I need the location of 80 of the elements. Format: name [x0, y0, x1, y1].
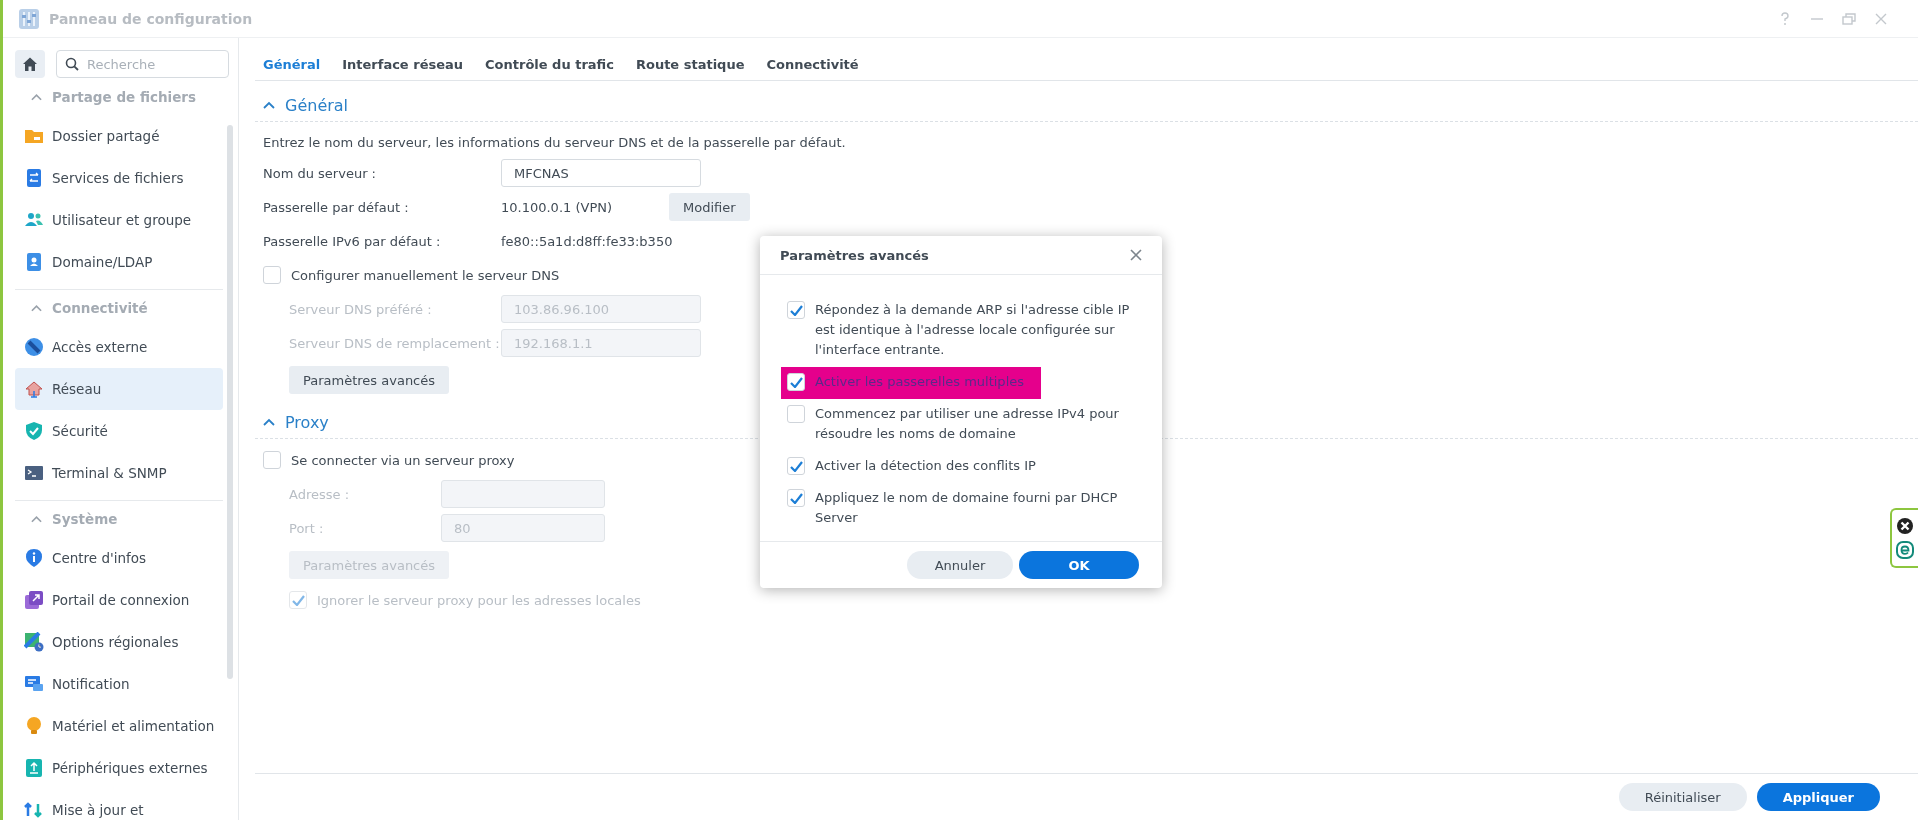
chat-icon: [24, 674, 44, 694]
sidebar-item[interactable]: Périphériques externes: [15, 747, 223, 789]
input-field[interactable]: MFCNAS: [501, 159, 701, 187]
upload-icon: [24, 758, 44, 778]
checkbox-label: Se connecter via un serveur proxy: [291, 452, 515, 468]
field-label: Adresse :: [289, 486, 351, 502]
sidebar-item[interactable]: Notification: [15, 663, 223, 705]
help-icon[interactable]: [1778, 11, 1792, 26]
map-clock-icon: [24, 632, 44, 652]
advanced-settings-button[interactable]: Paramètres avancés: [289, 366, 450, 394]
checkbox-label: Activer les passerelles multiples: [815, 373, 1024, 391]
sidebar-item[interactable]: Portail de connexion: [15, 579, 223, 621]
home-icon: [22, 56, 38, 72]
checkbox[interactable]: [787, 301, 805, 319]
search-field[interactable]: Recherche: [56, 50, 229, 78]
sidebar-item[interactable]: Utilisateur et groupe: [15, 199, 223, 241]
field-label: Serveur DNS de remplacement :: [288, 335, 501, 351]
tab[interactable]: Connectivité: [766, 48, 859, 80]
sidebar-item[interactable]: Mise à jour et: [15, 789, 223, 820]
sidebar-item[interactable]: Terminal & SNMP: [15, 452, 223, 494]
checkbox[interactable]: [787, 405, 805, 423]
description-text: Entrez le nom du serveur, les informations du serveur DNS et de la passerelle par défaut.: [262, 134, 847, 152]
tab[interactable]: Interface réseau: [342, 48, 464, 80]
section-title: Proxy: [285, 412, 329, 432]
checkbox-label: Commencez par utiliser une adresse IPv4 pour résoudre les noms de domaine: [815, 405, 1120, 443]
scrollbar[interactable]: [227, 125, 233, 679]
field-label: Passerelle par défaut :: [263, 199, 410, 215]
field-label: Passerelle IPv6 par défaut :: [263, 233, 442, 249]
checkbox-label: Ignorer le serveur proxy pour les adresses locales: [317, 592, 641, 608]
checkbox[interactable]: [787, 489, 805, 507]
sidebar-item[interactable]: Matériel et alimentation: [15, 705, 223, 747]
refresh-icon: [24, 800, 44, 820]
tab[interactable]: Route statique: [635, 48, 745, 80]
sidebar-item[interactable]: Centre d'infos: [15, 537, 223, 579]
search-icon: [65, 57, 79, 71]
sidebar-item[interactable]: Dossier partagé: [15, 115, 223, 157]
letter-e-icon[interactable]: [1896, 541, 1914, 560]
lightbulb-icon: [24, 716, 44, 736]
checkbox-label: Activer la détection des conflits IP: [815, 457, 1036, 475]
reset-button[interactable]: Réinitialiser: [1618, 783, 1747, 811]
tab[interactable]: Contrôle du trafic: [485, 48, 614, 80]
checkbox-label: Appliquez le nom de domaine fourni par DHCP Server: [815, 489, 1119, 527]
apply-button[interactable]: Appliquer: [1756, 783, 1880, 811]
checkbox[interactable]: [787, 373, 805, 391]
info-icon: [24, 548, 44, 568]
close-icon[interactable]: [1896, 516, 1914, 535]
sidebar-item[interactable]: Domaine/LDAP: [15, 241, 223, 283]
field-label: Serveur DNS préféré :: [288, 301, 433, 317]
terminal-icon: [24, 463, 44, 483]
section-title: Général: [285, 95, 349, 115]
house-icon: [24, 379, 44, 399]
sidebar-item[interactable]: Sécurité: [15, 410, 223, 452]
file-transfer-icon: [24, 168, 44, 188]
ok-button[interactable]: OK: [1019, 551, 1139, 579]
section-header: Partage de fichiers: [52, 89, 196, 105]
field-label: Nom du serveur :: [263, 165, 377, 181]
checkbox[interactable]: [263, 451, 281, 469]
checkbox-label: Configurer manuellement le serveur DNS: [291, 267, 560, 283]
shield-icon: [24, 421, 44, 441]
modify-button[interactable]: Modifier: [669, 193, 750, 221]
checkbox[interactable]: [787, 457, 805, 475]
dialog-title: Paramètres avancés: [780, 247, 929, 263]
control-panel-icon: [17, 6, 41, 31]
section-header: Système: [52, 511, 118, 527]
sidebar-item[interactable]: Accès externe: [15, 326, 223, 368]
sidebar-item[interactable]: Réseau: [15, 368, 223, 410]
id-card-icon: [24, 252, 44, 272]
sidebar-item[interactable]: Services de fichiers: [15, 157, 223, 199]
field-value: 10.100.0.1 (VPN): [501, 199, 614, 215]
sidebar-item[interactable]: Options régionales: [15, 621, 223, 663]
restore-icon[interactable]: [1842, 11, 1856, 26]
section-header: Connectivité: [52, 300, 148, 316]
field-label: Port :: [289, 520, 325, 536]
tab[interactable]: Général: [263, 48, 321, 80]
arrow-square-icon: [24, 590, 44, 610]
home-button[interactable]: [15, 50, 45, 78]
window-title: Panneau de configuration: [49, 10, 254, 27]
checkbox[interactable]: [263, 266, 281, 284]
cancel-button[interactable]: Annuler: [907, 551, 1013, 579]
checkbox-label: Répondez à la demande ARP si l'adresse cible IP est identique à l'adresse locale configurée sur l'interface entrante.: [815, 301, 1131, 359]
